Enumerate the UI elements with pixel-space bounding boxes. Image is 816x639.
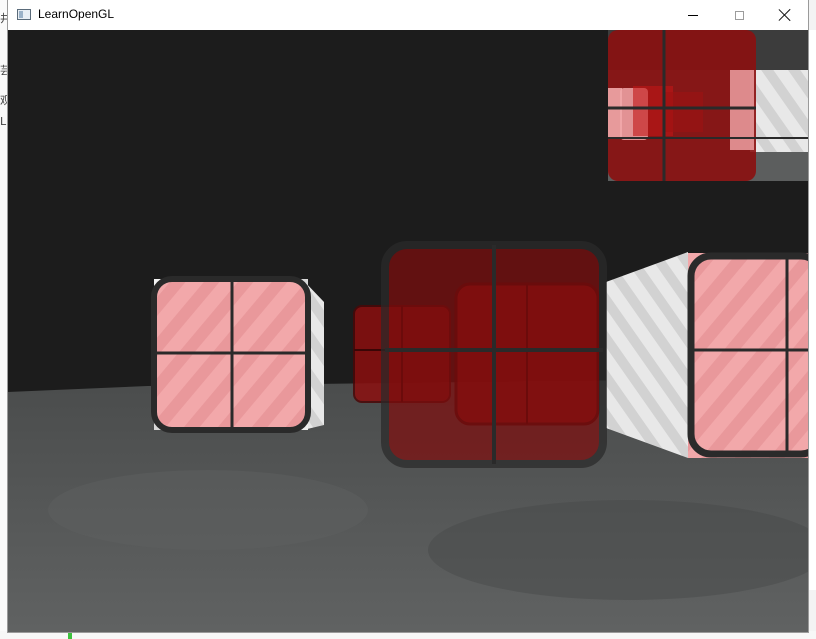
background-ide-bottom-strip — [0, 631, 816, 639]
gl-viewport[interactable] — [8, 30, 808, 632]
render-scene — [8, 30, 808, 632]
opengl-window[interactable]: LearnOpenGL — [8, 0, 808, 632]
close-button[interactable] — [762, 0, 808, 30]
background-ide-right-strip — [808, 30, 816, 590]
minimize-icon — [688, 14, 698, 16]
background-ide-left-strip: 井 芸 观 L — [0, 0, 11, 639]
window-title: LearnOpenGL — [38, 7, 115, 21]
app-icon — [17, 9, 31, 20]
ide-glyph: L — [0, 115, 7, 128]
minimize-button[interactable] — [670, 0, 716, 30]
cube-right-side — [606, 252, 688, 458]
rearview-mirror-inset — [608, 30, 808, 181]
maximize-icon — [734, 10, 744, 20]
maximize-button[interactable] — [716, 0, 762, 30]
pink-window-right — [688, 253, 808, 458]
close-icon — [779, 9, 791, 21]
ide-change-marker — [68, 631, 72, 639]
title-bar[interactable]: LearnOpenGL — [8, 0, 808, 30]
